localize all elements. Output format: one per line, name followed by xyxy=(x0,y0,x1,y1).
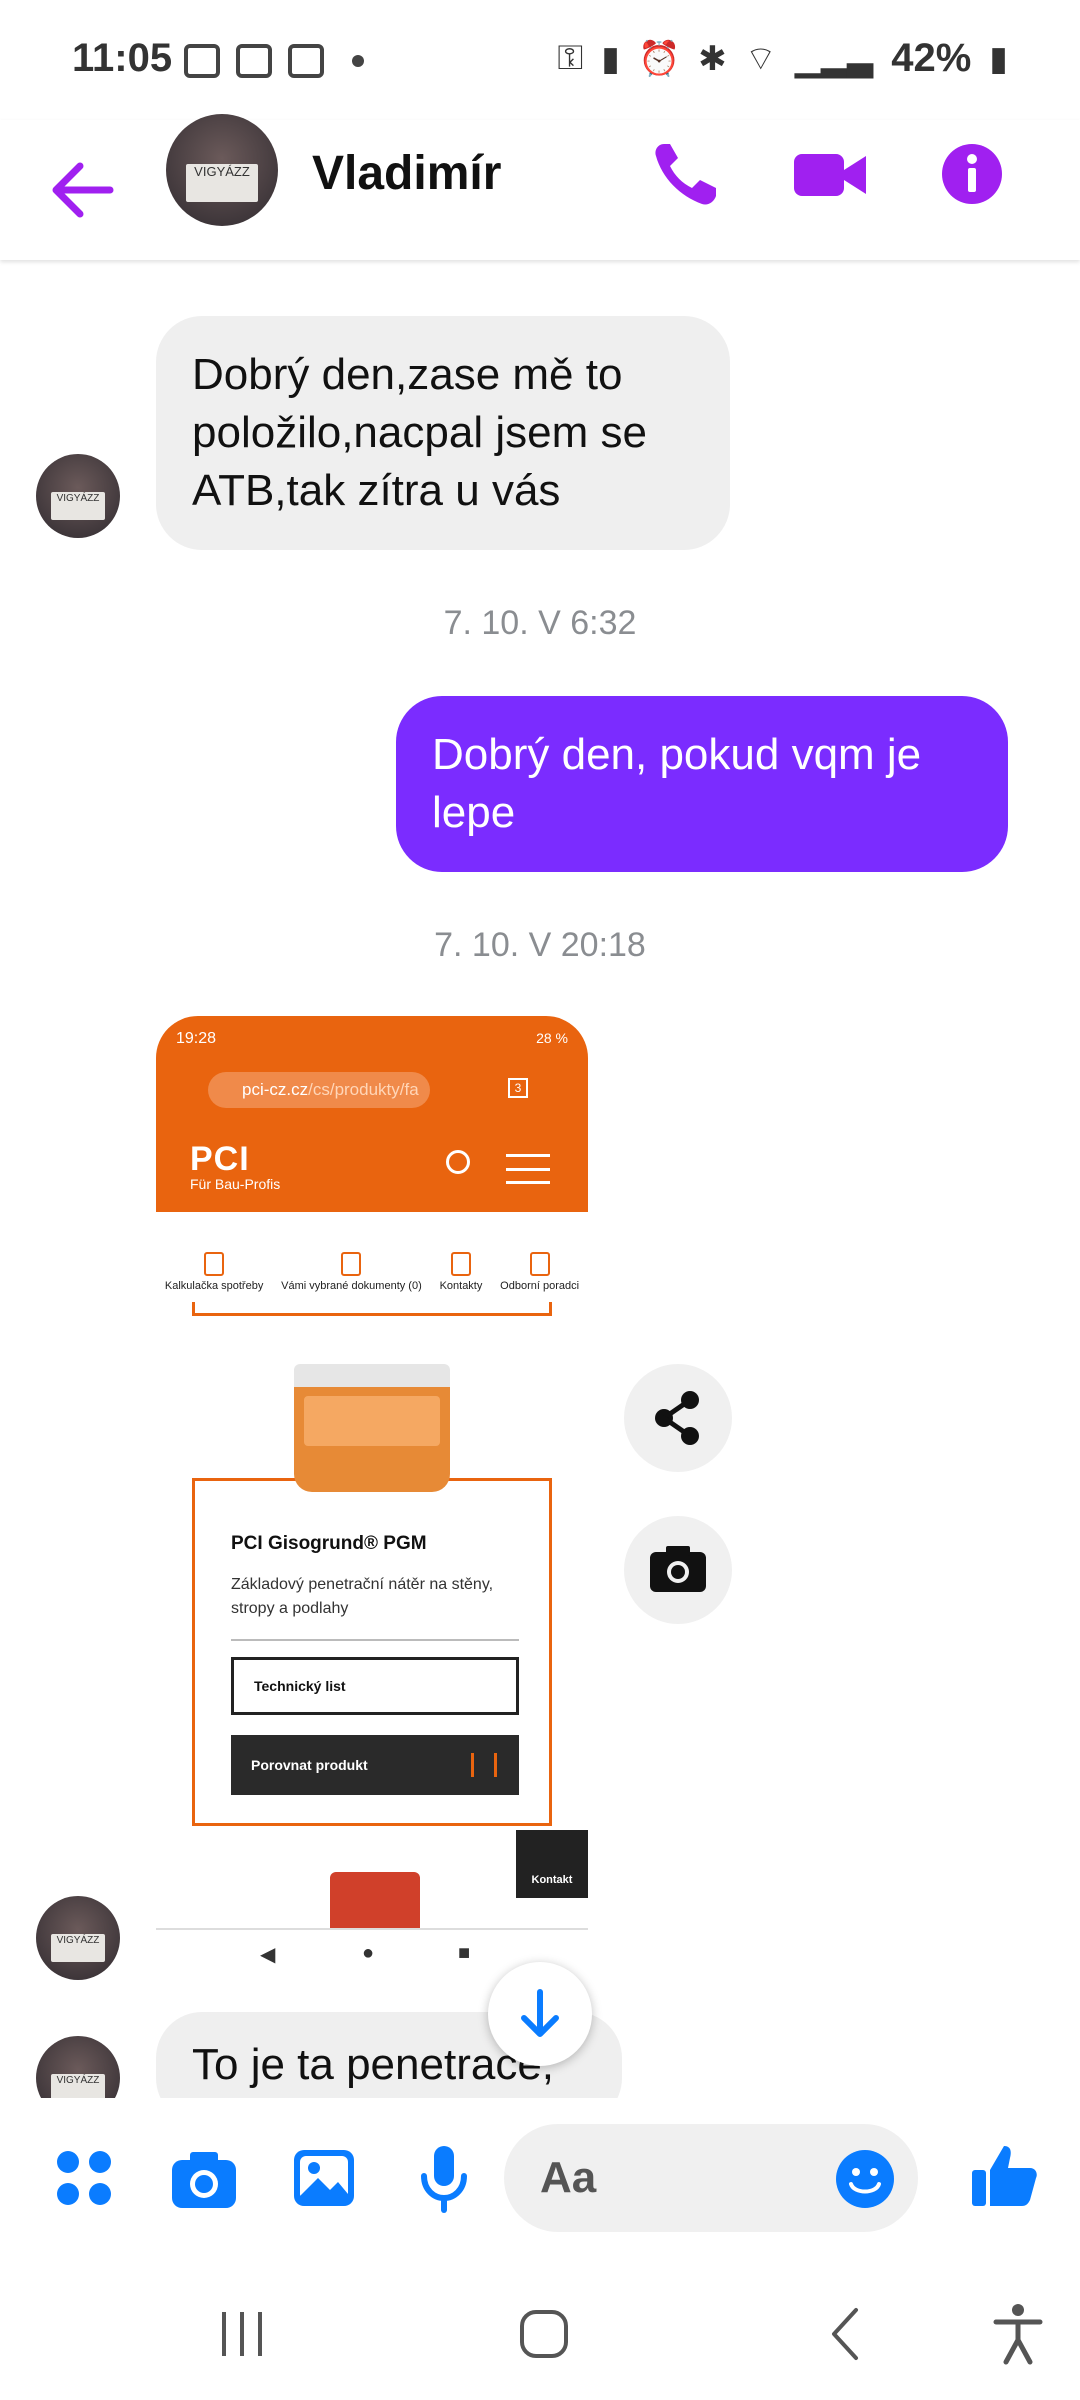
camera-icon[interactable] xyxy=(168,2142,240,2214)
avatar-sign-text: VIGYÁZZ xyxy=(51,1933,105,1963)
key-icon: ⚿ xyxy=(557,39,584,77)
url-bar: pci-cz.cz/cs/produkty/fa xyxy=(208,1072,430,1108)
back-icon[interactable] xyxy=(810,2298,882,2370)
screenshot-battery: 28 % xyxy=(536,1030,568,1046)
share-icon xyxy=(655,1391,699,1445)
emoji-icon[interactable] xyxy=(834,2148,896,2210)
tab-count: 3 xyxy=(508,1078,528,1098)
notification-icons xyxy=(184,44,364,78)
gallery-notification-icon xyxy=(184,44,220,78)
system-navigation-bar xyxy=(0,2258,1080,2400)
camera-icon xyxy=(650,1546,706,1592)
message-text: Dobrý den,zase mě to položilo,nacpal jse… xyxy=(192,350,647,515)
like-icon[interactable] xyxy=(968,2140,1040,2212)
hamburger-menu-icon xyxy=(506,1154,550,1184)
timestamp: 7. 10. V 20:18 xyxy=(434,926,646,964)
scroll-to-bottom-button[interactable] xyxy=(488,1962,592,2066)
nav-item: Odborní poradci xyxy=(500,1252,579,1292)
device-notification-icon xyxy=(288,44,324,78)
calculator-icon xyxy=(204,1252,225,1276)
system-status-icons: ⚿ ▮ ⏰ ✱ ⌔ ▁▂▃ 42% ▮ xyxy=(557,36,1008,81)
product-image xyxy=(330,1872,420,1928)
signal-icon: ▁▂▃ xyxy=(794,39,874,78)
product-bucket-image xyxy=(294,1364,450,1492)
message-text: Dobrý den, pokud vqm je lepe xyxy=(432,730,922,837)
timestamp: 7. 10. V 6:32 xyxy=(443,604,637,642)
contact-button: Kontakt xyxy=(516,1830,588,1898)
status-bar: 11:05 ⚿ ▮ ⏰ ✱ ⌔ ▁▂▃ 42% ▮ xyxy=(0,0,1080,120)
battery-saver-icon: ▮ xyxy=(601,39,620,78)
conversation-header xyxy=(0,120,1080,260)
compare-icon xyxy=(471,1753,497,1777)
message-bubble-incoming[interactable]: Dobrý den,zase mě to položilo,nacpal jse… xyxy=(156,316,730,550)
more-notifications-dot xyxy=(352,55,364,67)
sender-avatar[interactable]: VIGYÁZZ xyxy=(36,1896,120,1980)
sender-avatar[interactable]: VIGYÁZZ xyxy=(36,454,120,538)
home-icon[interactable] xyxy=(508,2298,580,2370)
contact-avatar[interactable]: VIGYÁZZ xyxy=(166,114,278,226)
image-attachment[interactable]: 19:28 28 % pci-cz.cz/cs/produkty/fa 3 PC… xyxy=(156,1016,588,1928)
message-list[interactable]: Dobrý den,zase mě to položilo,nacpal jse… xyxy=(0,260,1080,2098)
gallery-icon[interactable] xyxy=(288,2142,360,2214)
arrow-down-icon xyxy=(521,1989,559,2037)
back-icon: ◀ xyxy=(260,1944,276,1966)
divider xyxy=(231,1639,519,1641)
app-notification-icon xyxy=(236,44,272,78)
product-description: Základový penetrační nátěr na stěny, str… xyxy=(231,1576,494,1617)
site-nav: Kalkulačka spotřeby Vámi vybrané dokumen… xyxy=(156,1222,588,1292)
url-host: pci-cz.cz xyxy=(242,1080,309,1099)
nav-item: Kalkulačka spotřeby xyxy=(165,1252,263,1292)
home-icon: ● xyxy=(362,1942,375,1964)
battery-percent: 42% xyxy=(891,36,972,80)
apps-icon[interactable] xyxy=(48,2142,120,2214)
microphone-icon[interactable] xyxy=(408,2142,480,2214)
camera-button[interactable] xyxy=(624,1516,732,1624)
message-input[interactable] xyxy=(540,2144,820,2212)
alarm-icon: ⏰ xyxy=(637,39,681,78)
contacts-icon xyxy=(450,1252,471,1276)
wifi-icon: ⌔ xyxy=(744,40,777,78)
message-bubble-outgoing[interactable]: Dobrý den, pokud vqm je lepe xyxy=(396,696,1008,872)
recents-icon[interactable] xyxy=(206,2298,278,2370)
nav-item: Kontakty xyxy=(440,1252,482,1292)
documents-icon xyxy=(341,1252,362,1276)
contact-name[interactable]: Vladimír xyxy=(312,146,501,201)
video-camera-icon[interactable] xyxy=(790,134,870,214)
avatar-sign-text: VIGYÁZZ xyxy=(186,164,258,203)
phone-icon[interactable] xyxy=(646,134,726,214)
technical-sheet-button: Technický list xyxy=(231,1657,519,1715)
product-card: PCI Gisogrund® PGM Základový penetrační … xyxy=(192,1478,552,1826)
search-icon xyxy=(446,1150,470,1174)
status-time: 11:05 xyxy=(72,36,173,80)
message-composer xyxy=(0,2098,1080,2258)
compare-product-button: Porovnat produkt xyxy=(231,1735,519,1795)
recents-icon: ■ xyxy=(458,1942,471,1964)
url-path: /cs/produkty/fa xyxy=(308,1080,419,1099)
sender-avatar[interactable]: VIGYÁZZ xyxy=(36,2036,120,2098)
message-input-field[interactable] xyxy=(504,2124,918,2232)
accessibility-icon[interactable] xyxy=(982,2298,1054,2370)
share-button[interactable] xyxy=(624,1364,732,1472)
battery-icon: ▮ xyxy=(989,39,1008,78)
bluetooth-icon: ✱ xyxy=(698,39,727,78)
advisor-icon xyxy=(529,1252,550,1276)
divider xyxy=(192,1302,552,1316)
product-title: PCI Gisogrund® PGM xyxy=(231,1533,427,1554)
avatar-sign-text: VIGYÁZZ xyxy=(51,2073,105,2098)
avatar-sign-text: VIGYÁZZ xyxy=(51,491,105,521)
screenshot-time: 19:28 xyxy=(176,1030,217,1047)
back-arrow-icon[interactable] xyxy=(50,160,114,220)
pci-tagline: Für Bau-Profis xyxy=(190,1176,281,1192)
info-icon[interactable] xyxy=(932,134,1012,214)
nav-item: Vámi vybrané dokumenty (0) xyxy=(281,1252,422,1292)
pci-logo: PCI xyxy=(190,1140,250,1178)
